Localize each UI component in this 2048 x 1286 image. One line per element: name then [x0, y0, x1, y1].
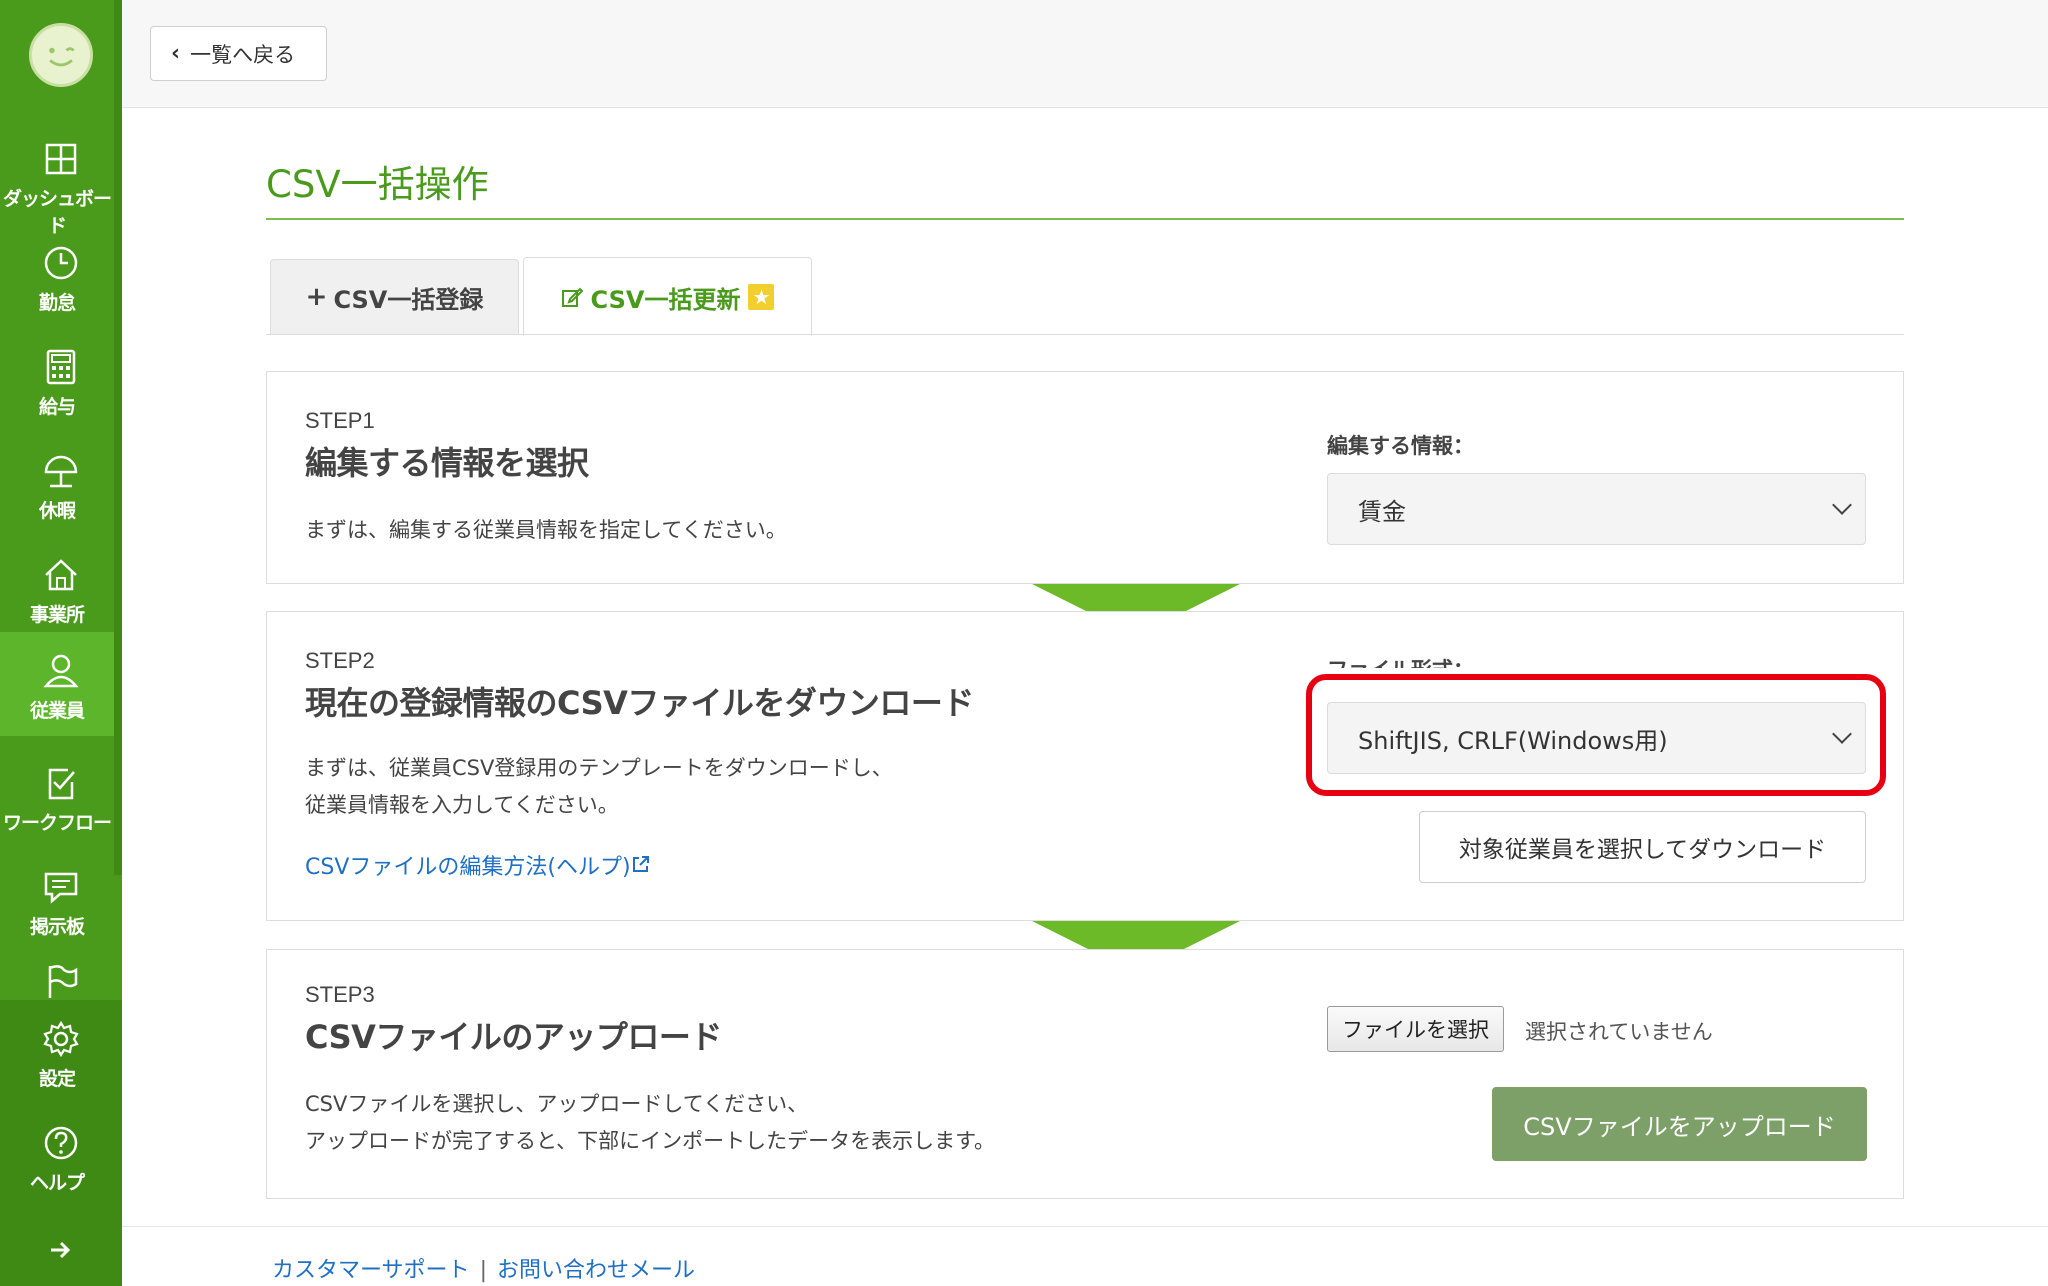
sidebar-item-flag[interactable] [0, 942, 114, 1002]
sidebar-item-settings[interactable]: 設定 [0, 1000, 114, 1104]
step2-description: まずは、従業員CSV登録用のテンプレートをダウンロードし、 従業員情報を入力して… [305, 750, 893, 824]
footer-divider [122, 1226, 2048, 1227]
user-icon [43, 654, 79, 688]
chevron-left-icon: ‹ [171, 41, 181, 66]
highlight-annotation [1306, 674, 1886, 796]
sidebar-item-attendance[interactable]: 勤怠 [0, 224, 114, 328]
sidebar-bottom-section: 設定 ヘルプ [0, 1000, 122, 1286]
back-to-list-button[interactable]: ‹ 一覧へ戻る [150, 26, 327, 81]
step2-label: STEP2 [305, 648, 375, 673]
step2-description-line1: まずは、従業員CSV登録用のテンプレートをダウンロードし、 [305, 756, 893, 780]
sidebar-item-payroll[interactable]: 給与 [0, 328, 114, 432]
tab-csv-register[interactable]: + CSV一括登録 [270, 259, 519, 334]
smiley-logo-icon [49, 47, 75, 67]
tab-csv-update[interactable]: CSV一括更新 ★ [523, 257, 812, 336]
footer: カスタマーサポート | お問い合わせメール [272, 1252, 695, 1284]
step1-description: まずは、編集する従業員情報を指定してください。 [305, 518, 787, 542]
choose-file-button[interactable]: ファイルを選択 [1327, 1006, 1504, 1052]
sidebar-item-label: 設定 [38, 1068, 76, 1090]
upload-csv-button[interactable]: CSVファイルをアップロード [1492, 1087, 1867, 1161]
parasol-icon [44, 455, 78, 488]
edit-info-select-value: 賃金 [1358, 497, 1406, 526]
sidebar-item-label: 従業員 [29, 700, 85, 722]
sidebar-item-label: ワークフロー [2, 812, 112, 834]
tabs-baseline [266, 334, 1904, 335]
step3-title: CSVファイルのアップロード [305, 1018, 722, 1056]
page-title: CSV一括操作 [266, 163, 489, 206]
edit-info-select[interactable]: 賃金 [1327, 473, 1866, 545]
step3-panel: STEP3 CSVファイルのアップロード CSVファイルを選択し、アップロードし… [266, 949, 1904, 1199]
calculator-icon [46, 349, 76, 385]
step2-description-line2: 従業員情報を入力してください。 [305, 793, 619, 817]
footer-separator: | [479, 1258, 487, 1283]
step1-title: 編集する情報を選択 [305, 444, 589, 482]
tab-label: CSV一括更新 [590, 285, 741, 314]
chevron-down-icon [1832, 495, 1852, 515]
sidebar-item-label: 勤怠 [38, 292, 76, 314]
sidebar-item-help[interactable]: ヘルプ [0, 1104, 114, 1208]
flag-icon [48, 965, 78, 998]
step3-description: CSVファイルを選択し、アップロードしてください、 アップロードが完了すると、下… [305, 1086, 995, 1160]
top-bar: ‹ 一覧へ戻る [122, 0, 2048, 108]
clock-icon [44, 246, 78, 280]
logo[interactable] [29, 23, 93, 87]
star-icon: ★ [748, 284, 775, 310]
dashboard-icon [45, 143, 77, 175]
arrow-right-icon[interactable] [48, 1238, 72, 1262]
sidebar-scrollbar[interactable] [114, 0, 122, 875]
csv-help-link-label: CSVファイルの編集方法(ヘルプ) [305, 855, 631, 880]
gear-icon [43, 1020, 79, 1058]
sidebar: ダッシュボード 勤怠 給与 休暇 事業所 従業員 ワークフロー 掲示板 設定 ヘ… [0, 0, 122, 1286]
sidebar-item-label: 休暇 [38, 500, 76, 522]
sidebar-item-employees[interactable]: 従業員 [0, 632, 114, 736]
sidebar-item-office[interactable]: 事業所 [0, 536, 114, 640]
step1-label: STEP1 [305, 408, 375, 433]
chat-icon [44, 872, 78, 904]
clipboard-check-icon [48, 768, 75, 800]
sidebar-item-label: 掲示板 [29, 916, 85, 938]
contact-mail-link[interactable]: お問い合わせメール [497, 1258, 695, 1283]
sidebar-item-label: 事業所 [29, 604, 85, 626]
sidebar-item-dashboard[interactable]: ダッシュボード [0, 120, 114, 237]
file-format-label: ファイル形式： [1327, 654, 1474, 668]
customer-support-link[interactable]: カスタマーサポート [272, 1258, 470, 1283]
step3-label: STEP3 [305, 982, 375, 1007]
edit-icon [561, 287, 583, 307]
sidebar-item-label: 給与 [38, 396, 76, 418]
back-button-label: 一覧へ戻る [190, 42, 296, 67]
title-divider [266, 218, 1904, 220]
help-icon [44, 1126, 78, 1160]
step3-description-line2: アップロードが完了すると、下部にインポートしたデータを表示します。 [305, 1129, 996, 1153]
sidebar-item-leave[interactable]: 休暇 [0, 432, 114, 536]
file-status-text: 選択されていません [1525, 1020, 1713, 1044]
sidebar-item-label: ヘルプ [29, 1172, 85, 1194]
step1-panel: STEP1 編集する情報を選択 まずは、編集する従業員情報を指定してください。 … [266, 371, 1904, 584]
tab-label: CSV一括登録 [333, 285, 484, 314]
home-icon [45, 559, 77, 591]
select-employees-download-button[interactable]: 対象従業員を選択してダウンロード [1419, 811, 1866, 883]
plus-icon: + [305, 282, 328, 312]
step2-title: 現在の登録情報のCSVファイルをダウンロード [305, 684, 974, 722]
step3-description-line1: CSVファイルを選択し、アップロードしてください、 [305, 1092, 809, 1116]
csv-help-link[interactable]: CSVファイルの編集方法(ヘルプ) [305, 849, 651, 881]
external-link-icon [632, 856, 649, 872]
edit-info-label: 編集する情報： [1327, 434, 1474, 458]
sidebar-item-board[interactable]: 掲示板 [0, 848, 114, 952]
sidebar-item-workflow[interactable]: ワークフロー [0, 744, 114, 848]
